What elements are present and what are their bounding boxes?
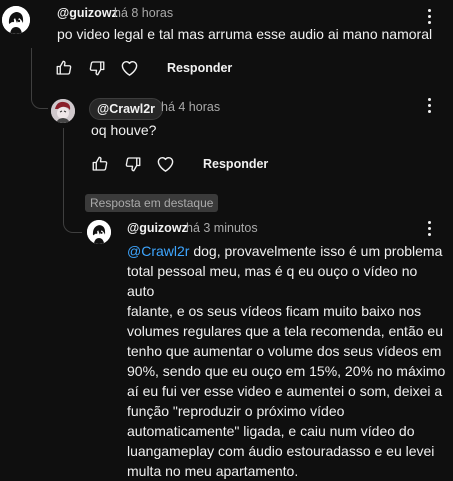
thread-line xyxy=(63,128,64,188)
comment-line: automaticamente" ligada, e caiu num víde… xyxy=(127,423,415,439)
comment-text: @Crawl2r dog, provavelmente isso é um pr… xyxy=(127,241,447,481)
mention-link[interactable]: @Crawl2r xyxy=(127,243,189,259)
comment-line: falante, e os seus vídeos ficam muito ba… xyxy=(127,303,422,319)
more-options-icon[interactable] xyxy=(428,9,432,27)
comment-line: @Crawl2r dog, provavelmente isso é um pr… xyxy=(127,243,443,259)
dislike-icon[interactable] xyxy=(124,155,142,173)
reply-button[interactable]: Responder xyxy=(167,61,232,75)
like-icon[interactable] xyxy=(55,59,73,77)
comment-line: 90%, sendo que eu ouço em 15%, 20% no má… xyxy=(127,363,446,379)
comment-text: oq houve? xyxy=(91,122,157,138)
comment-author-chip[interactable]: @Crawl2r xyxy=(89,98,164,120)
heart-icon[interactable] xyxy=(120,59,139,77)
thread-connector xyxy=(31,90,48,109)
comment-line: tenho que aumentar o volume dos seus víd… xyxy=(127,343,442,359)
avatar[interactable] xyxy=(51,99,75,123)
avatar[interactable] xyxy=(87,220,111,244)
reply-button[interactable]: Responder xyxy=(203,157,268,171)
avatar[interactable] xyxy=(2,6,30,34)
comment-line: volumes regulares que a tela recomenda, … xyxy=(127,323,443,339)
dislike-icon[interactable] xyxy=(88,59,106,77)
comment-line: multa no meu apartamento. xyxy=(127,463,299,479)
more-options-icon[interactable] xyxy=(428,98,432,116)
comment-text: po video legal e tal mas arruma esse aud… xyxy=(57,26,433,42)
comment-line: função "reproduzir o próximo vídeo xyxy=(127,403,345,419)
thread-connector xyxy=(63,188,82,233)
comment-line: aí eu fui ver esse video e aumentei o so… xyxy=(127,383,443,399)
comment-line: total pessoal meu, mas é q eu ouço o víd… xyxy=(127,263,418,299)
comment-time[interactable]: há 3 minutos xyxy=(186,221,258,235)
comment-author[interactable]: @guizowz xyxy=(127,221,188,235)
comment-author[interactable]: @guizowz xyxy=(57,6,118,20)
comment-line: luangameplay com áudio estouradasso e eu… xyxy=(127,443,435,459)
more-options-icon[interactable] xyxy=(428,221,432,239)
like-icon[interactable] xyxy=(91,155,109,173)
featured-reply-badge: Resposta em destaque xyxy=(85,194,219,212)
comment-time[interactable]: há 8 horas xyxy=(114,6,173,20)
heart-icon[interactable] xyxy=(156,155,175,173)
comment-time[interactable]: há 4 horas xyxy=(161,100,220,114)
